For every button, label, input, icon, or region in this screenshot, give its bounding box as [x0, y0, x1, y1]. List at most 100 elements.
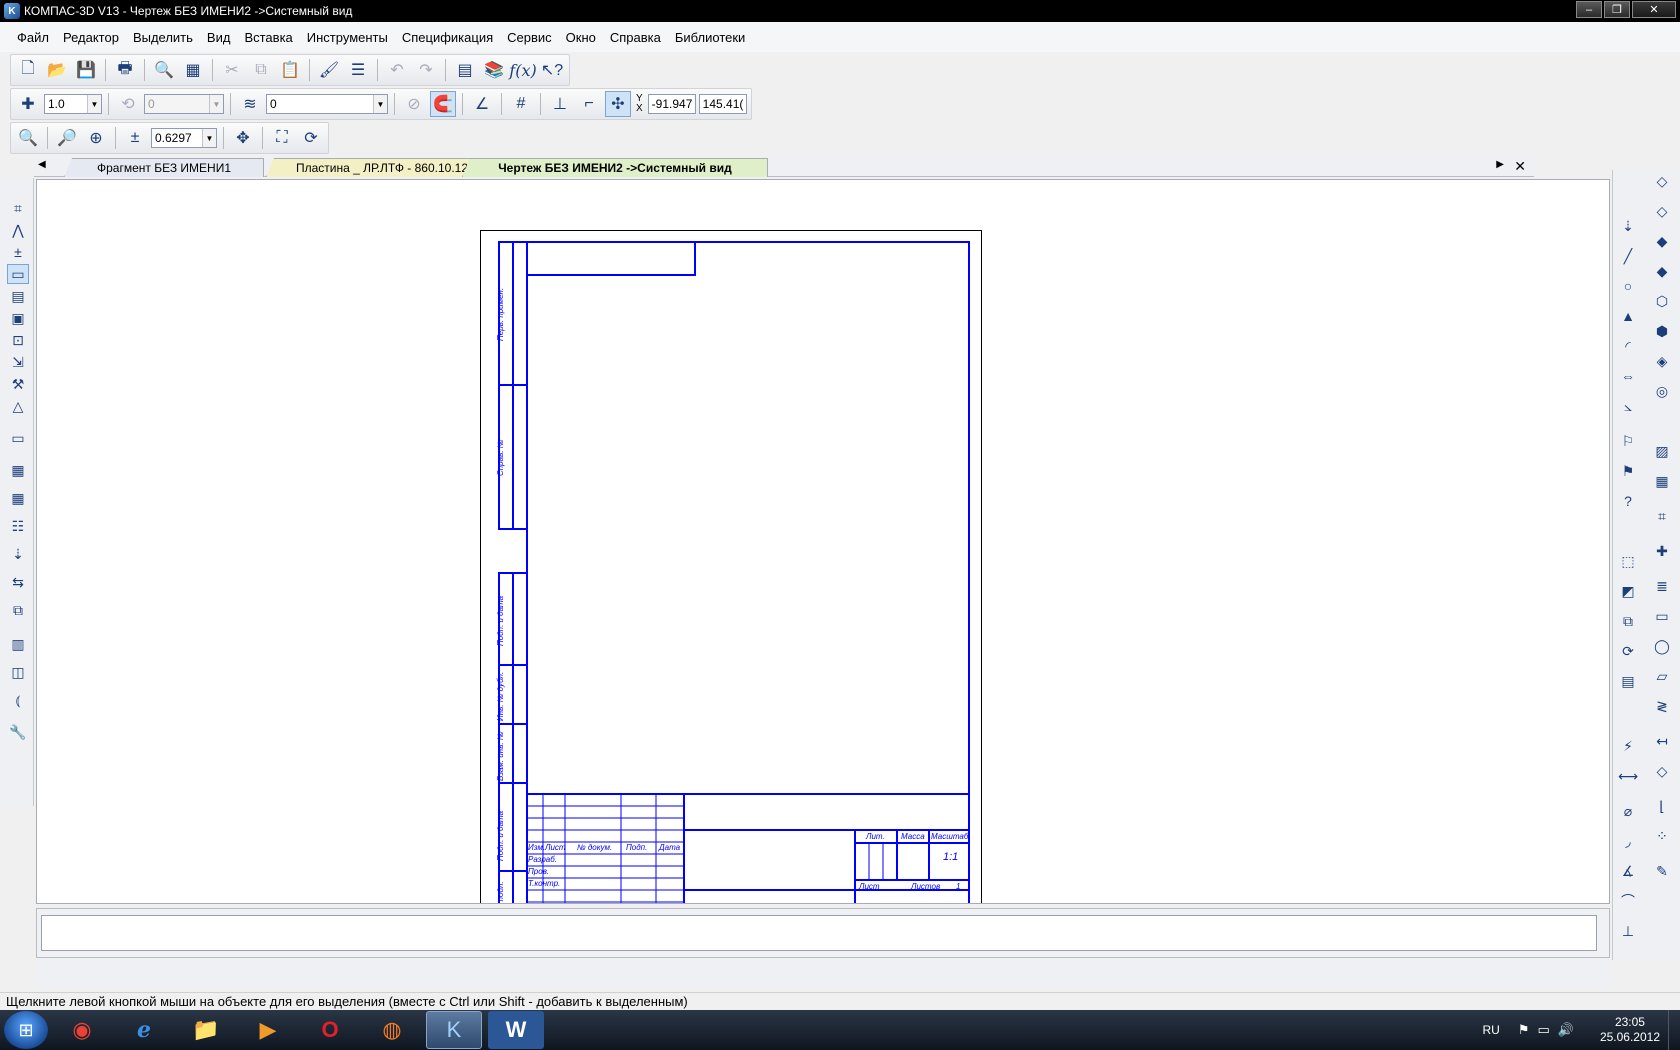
pan-icon[interactable]: ✥: [230, 125, 256, 151]
table-icon[interactable]: ☷: [7, 516, 29, 536]
kompas-app-icon[interactable]: K: [4, 3, 20, 19]
table-grid-icon[interactable]: ▦: [1651, 470, 1673, 492]
chrome-icon[interactable]: ◉: [54, 1011, 110, 1049]
plane-icon[interactable]: ◇: [1651, 170, 1673, 192]
y-coordinate-field[interactable]: 145.41(: [698, 94, 747, 114]
tray-icons[interactable]: ⚑▭🔊: [1518, 1022, 1582, 1038]
cube-icon[interactable]: ⬚: [1617, 550, 1639, 572]
menu-window[interactable]: Окно: [559, 30, 603, 45]
undo-icon[interactable]: ↶: [384, 57, 410, 83]
move-down-icon[interactable]: ⇣: [7, 544, 29, 564]
parametrization-icon[interactable]: ▤: [7, 286, 29, 306]
word-icon[interactable]: W: [488, 1011, 544, 1049]
pen-icon[interactable]: ✎: [1651, 860, 1673, 882]
diamond-warning-icon[interactable]: ◇: [1651, 760, 1673, 782]
circle-2-icon[interactable]: ◯: [1651, 635, 1673, 657]
radius-icon[interactable]: ◞: [1617, 830, 1639, 852]
grid-icon[interactable]: #: [508, 91, 534, 117]
angle-mark-icon[interactable]: ∡: [1617, 860, 1639, 882]
zoom-scale-icon[interactable]: ±: [122, 125, 148, 151]
menu-service[interactable]: Сервис: [500, 30, 559, 45]
angle-combo[interactable]: 0 ▼: [144, 94, 224, 114]
print-icon[interactable]: 🖶: [112, 57, 138, 83]
shape-3-icon[interactable]: ◈: [1651, 350, 1673, 372]
copy-properties-icon[interactable]: 🖌: [316, 57, 342, 83]
drawing-canvas[interactable]: Перв. примен. Справ. № Подп. и дата Инв.…: [36, 179, 1610, 904]
explorer-icon[interactable]: 📁: [178, 1011, 234, 1049]
snap-magnet-icon[interactable]: 🧲: [430, 91, 456, 117]
menu-select[interactable]: Выделить: [126, 30, 200, 45]
local-cs-icon[interactable]: ∠: [469, 91, 495, 117]
restore-button[interactable]: ❐: [1604, 1, 1630, 18]
associative-views-icon[interactable]: ⇲: [7, 352, 29, 372]
manager-icon[interactable]: ▦: [180, 57, 206, 83]
tab-drawing[interactable]: Чертеж БЕЗ ИМЕНИ2 ->Системный вид: [462, 158, 768, 177]
tab-scroll-right-icon[interactable]: ▶: [1496, 159, 1504, 170]
menu-view[interactable]: Вид: [200, 30, 238, 45]
reports-icon[interactable]: △: [7, 396, 29, 416]
property-panel-content[interactable]: [41, 915, 1597, 951]
zoom-combo[interactable]: 0.6297 ▼: [151, 128, 217, 148]
hatch-icon[interactable]: ▨: [1651, 440, 1673, 462]
library-manager-icon[interactable]: 📚: [481, 57, 507, 83]
chevron-down-icon[interactable]: ▼: [373, 95, 387, 113]
paste-icon[interactable]: 📋: [277, 57, 303, 83]
shape-4-icon[interactable]: ◎: [1651, 380, 1673, 402]
grid-dots-icon[interactable]: ⁘: [1651, 825, 1673, 847]
save-icon[interactable]: 💾: [73, 57, 99, 83]
copy-icon[interactable]: ⧉: [248, 57, 274, 83]
clock[interactable]: 23:05 25.06.2012: [1600, 1015, 1660, 1045]
edit-icon[interactable]: ▭: [7, 264, 29, 284]
geometry-icon[interactable]: ⌗: [7, 198, 29, 218]
plane-4-icon[interactable]: ◆: [1651, 260, 1673, 282]
x-coordinate-field[interactable]: -91.947: [647, 94, 696, 114]
view-icon[interactable]: ◩: [1617, 580, 1639, 602]
arc-dimension-icon[interactable]: ⌒: [1617, 890, 1639, 912]
kompas-icon[interactable]: K: [426, 1011, 482, 1049]
line-icon[interactable]: ╱: [1617, 245, 1639, 267]
menu-specification[interactable]: Спецификация: [395, 30, 500, 45]
redo-icon[interactable]: ↷: [413, 57, 439, 83]
chevron-down-icon[interactable]: ▼: [87, 95, 101, 113]
point-icon[interactable]: ▲: [1617, 305, 1639, 327]
plane-3-icon[interactable]: ◆: [1651, 230, 1673, 252]
menu-file[interactable]: Файл: [10, 30, 56, 45]
menu-libraries[interactable]: Библиотеки: [668, 30, 752, 45]
diameter-icon[interactable]: ⌀: [1617, 800, 1639, 822]
grid-select-icon[interactable]: ⌗: [1651, 505, 1673, 527]
menu-tools[interactable]: Инструменты: [300, 30, 395, 45]
ortho-icon[interactable]: ⊥: [547, 91, 573, 117]
spec-icon[interactable]: ⚒: [7, 374, 29, 394]
close-button[interactable]: ✕: [1632, 1, 1676, 18]
leader-icon[interactable]: ⌊: [1651, 795, 1673, 817]
rotate-icon[interactable]: ⟳: [1617, 640, 1639, 662]
text-icon[interactable]: ≣: [1651, 575, 1673, 597]
view-layout-icon[interactable]: ▦: [7, 460, 29, 480]
opera-icon[interactable]: O: [302, 1011, 358, 1049]
language-indicator[interactable]: RU: [1482, 1023, 1499, 1037]
plane-2-icon[interactable]: ◇: [1651, 200, 1673, 222]
new-document-icon[interactable]: 🗋: [15, 57, 41, 83]
show-desktop-button[interactable]: [1668, 1010, 1680, 1050]
variables-icon[interactable]: f(x): [509, 57, 536, 83]
copy-objects-2-icon[interactable]: ⧉: [7, 600, 29, 620]
open-icon[interactable]: 📂: [44, 57, 70, 83]
wrench-icon[interactable]: 🔧: [7, 722, 29, 742]
view-layout-2-icon[interactable]: ▦: [7, 488, 29, 508]
frame-icon[interactable]: ◫: [7, 662, 29, 682]
circle-icon[interactable]: ○: [1617, 275, 1639, 297]
columns-icon[interactable]: ▥: [7, 634, 29, 654]
shape-2-icon[interactable]: ⬢: [1651, 320, 1673, 342]
step-icon[interactable]: ✚: [15, 91, 41, 117]
snap-icon[interactable]: ⇣: [1617, 215, 1639, 237]
cursor-coordinates-icon[interactable]: ✣: [605, 91, 631, 117]
layer-properties-icon[interactable]: ⊘: [401, 91, 427, 117]
base-icon[interactable]: ⊥: [1617, 920, 1639, 942]
tab-fragment[interactable]: Фрагмент БЕЗ ИМЕНИ1: [64, 158, 264, 177]
zoom-all-icon[interactable]: 🔍: [15, 125, 41, 151]
menu-insert[interactable]: Вставка: [237, 30, 299, 45]
chevron-down-icon[interactable]: ▼: [202, 129, 216, 147]
skew-icon[interactable]: ▱: [1651, 665, 1673, 687]
copy-objects-icon[interactable]: ⇆: [7, 572, 29, 592]
zoom-window-icon[interactable]: 🔎: [54, 125, 80, 151]
